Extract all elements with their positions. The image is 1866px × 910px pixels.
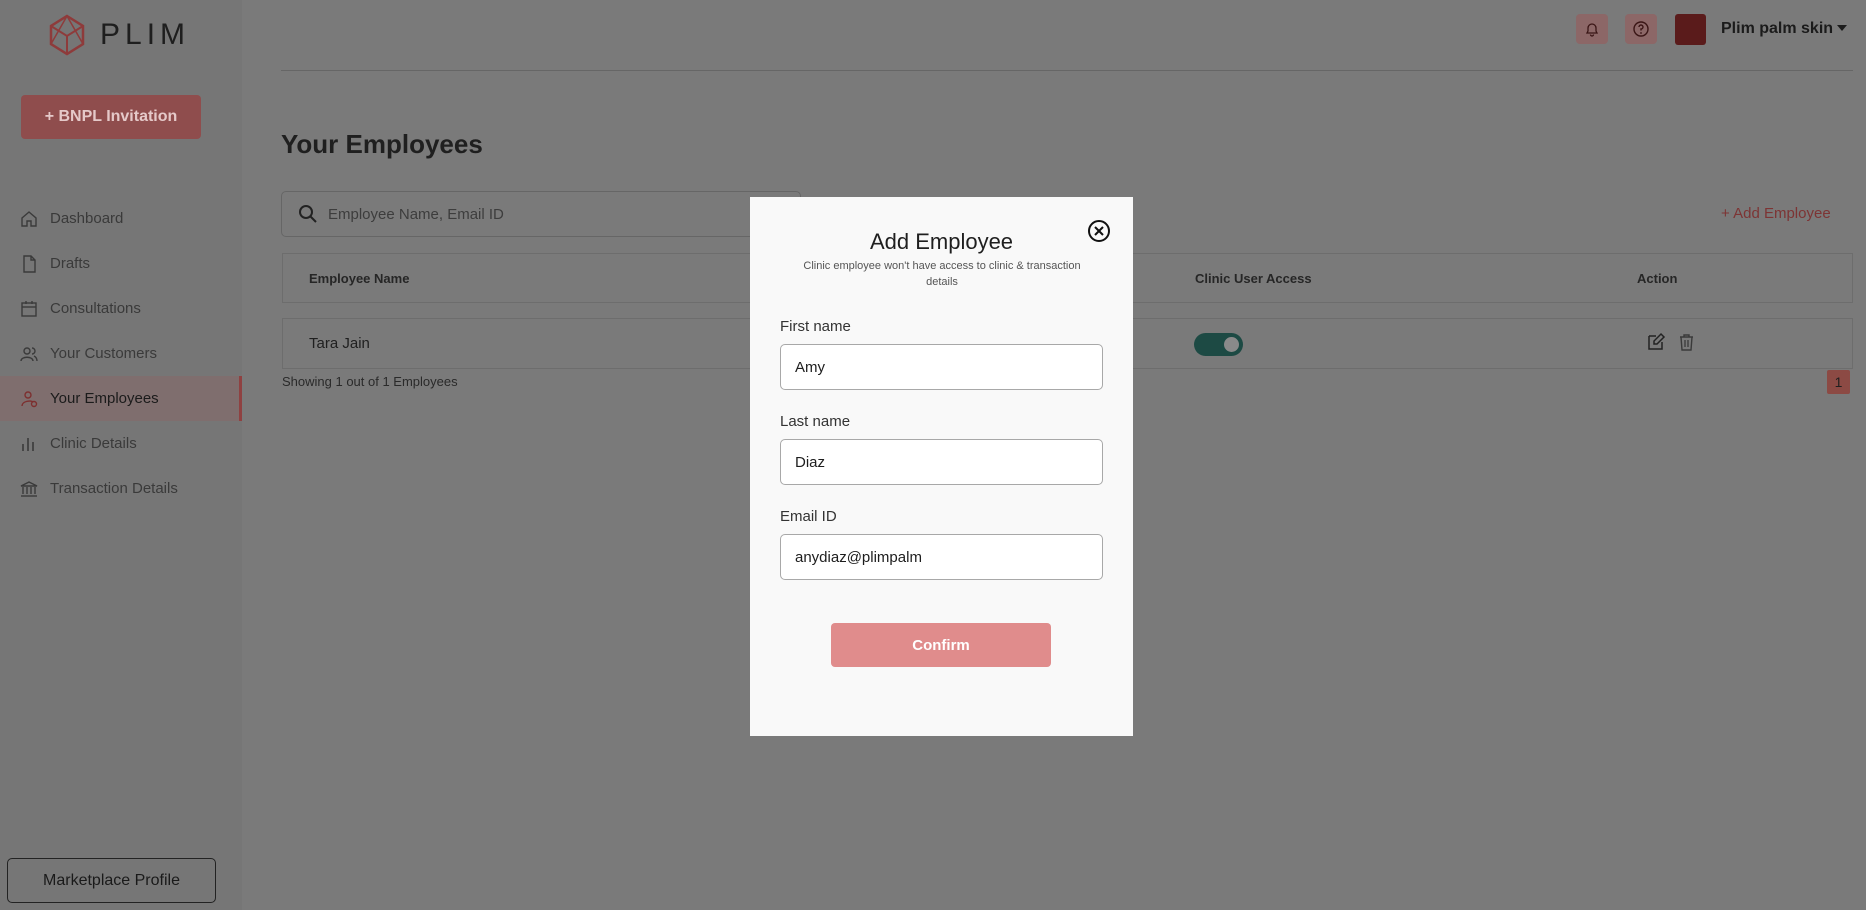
email-field[interactable]	[780, 534, 1103, 580]
sidebar-item-label: Your Customers	[50, 345, 157, 362]
sidebar-item-dashboard[interactable]: Dashboard	[0, 196, 242, 241]
add-employee-link[interactable]: + Add Employee	[1721, 205, 1831, 222]
home-icon	[21, 210, 37, 227]
sidebar-item-label: Drafts	[50, 255, 91, 272]
bell-icon	[1585, 23, 1599, 37]
column-header-employee-name[interactable]: Employee Name	[309, 271, 409, 286]
search-input[interactable]: Employee Name, Email ID	[281, 191, 801, 237]
search-icon	[299, 205, 317, 223]
last-name-field[interactable]	[780, 439, 1103, 485]
brand-logo[interactable]: PLIM	[48, 14, 190, 56]
sidebar-item-employees[interactable]: Your Employees	[0, 376, 242, 421]
sidebar-item-label: Clinic Details	[50, 435, 137, 452]
header-divider	[281, 70, 1853, 71]
employee-icon	[21, 390, 38, 407]
clinic-access-toggle[interactable]	[1194, 333, 1243, 356]
sidebar-item-drafts[interactable]: Drafts	[0, 241, 242, 286]
sidebar-item-consultations[interactable]: Consultations	[0, 286, 242, 331]
toggle-knob	[1224, 337, 1239, 352]
chevron-down-icon[interactable]	[1837, 25, 1847, 31]
sidebar-item-clinic-details[interactable]: Clinic Details	[0, 421, 242, 466]
trash-icon[interactable]	[1676, 332, 1697, 353]
brand-name: PLIM	[100, 18, 191, 51]
sidebar-item-customers[interactable]: Your Customers	[0, 331, 242, 376]
pagination-summary: Showing 1 out of 1 Employees	[282, 374, 458, 389]
first-name-field[interactable]	[780, 344, 1103, 390]
sidebar-item-transaction-details[interactable]: Transaction Details	[0, 466, 242, 511]
bank-icon	[20, 480, 38, 497]
page-title: Your Employees	[281, 129, 483, 159]
search-placeholder: Employee Name, Email ID	[328, 205, 504, 223]
last-name-label: Last name	[780, 413, 851, 430]
help-button[interactable]	[1625, 14, 1657, 44]
email-label: Email ID	[780, 508, 837, 525]
add-employee-modal: Add Employee Clinic employee won't have …	[750, 197, 1133, 736]
marketplace-profile-button[interactable]: Marketplace Profile	[7, 858, 216, 903]
sidebar-item-label: Dashboard	[50, 210, 124, 227]
users-icon	[20, 346, 38, 361]
user-name[interactable]: Plim palm skin	[1721, 20, 1833, 38]
row-actions	[1645, 332, 1697, 353]
column-header-action: Action	[1637, 270, 1678, 286]
column-header-clinic-user-access[interactable]: Clinic User Access	[1195, 271, 1312, 286]
first-name-label: First name	[780, 318, 851, 335]
sidebar-item-label: Transaction Details	[50, 480, 178, 497]
bnpl-invitation-button[interactable]: + BNPL Invitation	[21, 95, 201, 139]
bar-chart-icon	[22, 437, 34, 451]
employee-name-cell: Tara Jain	[309, 335, 370, 352]
sidebar-nav: Dashboard Drafts Consultations Your Cust…	[0, 196, 242, 511]
avatar[interactable]	[1675, 14, 1706, 45]
sidebar-item-label: Consultations	[50, 300, 141, 317]
modal-title: Add Employee	[869, 229, 1014, 254]
plim-logo-icon	[49, 14, 85, 56]
calendar-icon	[21, 300, 37, 317]
confirm-button[interactable]: Confirm	[831, 623, 1051, 667]
page-number-button[interactable]: 1	[1827, 370, 1850, 394]
edit-icon[interactable]	[1645, 332, 1666, 353]
sidebar: PLIM + BNPL Invitation Dashboard Drafts …	[0, 0, 242, 910]
sidebar-item-label: Your Employees	[50, 390, 159, 407]
help-icon	[1633, 21, 1649, 37]
modal-subtitle: Clinic employee won't have access to cli…	[803, 260, 1081, 288]
file-icon	[23, 254, 36, 273]
notifications-button[interactable]	[1576, 14, 1608, 44]
